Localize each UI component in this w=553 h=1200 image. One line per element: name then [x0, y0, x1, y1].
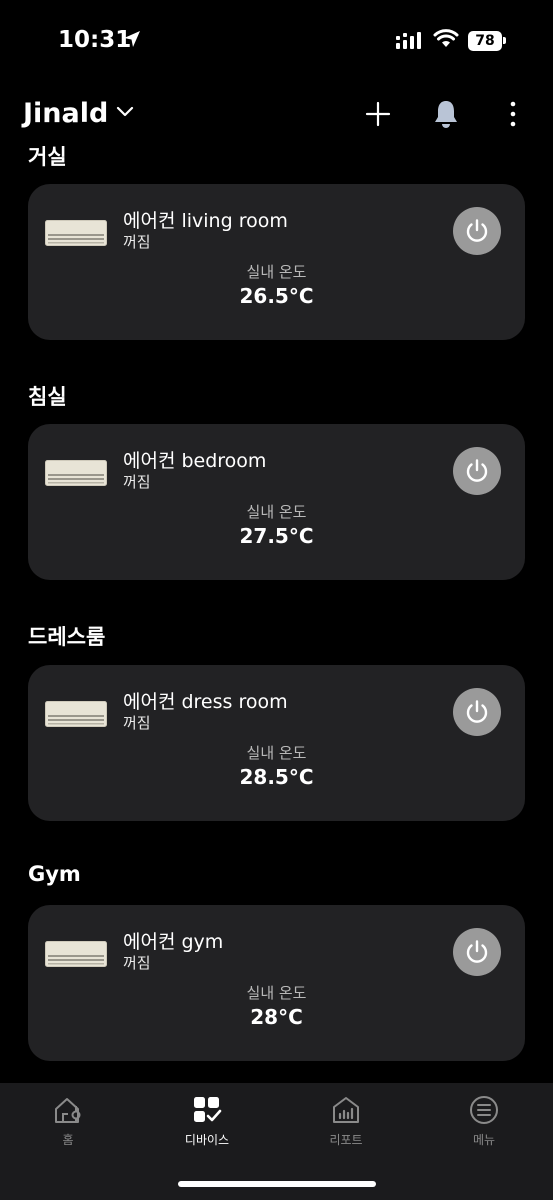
home-indicator — [178, 1181, 376, 1187]
nav-label: 메뉴 — [472, 1133, 496, 1147]
indoor-temp-label: 실내 온도 — [246, 503, 307, 521]
nav-label: 디바이스 — [184, 1133, 230, 1147]
room-title: 침실 — [28, 385, 67, 409]
device-name: 에어컨 living room — [123, 210, 288, 232]
nav-label: 리포트 — [329, 1133, 363, 1147]
air-conditioner-icon — [45, 941, 107, 967]
power-icon — [466, 700, 488, 723]
power-button[interactable] — [453, 447, 501, 495]
bell-icon[interactable] — [433, 99, 459, 129]
nav-devices[interactable]: 디바이스 — [162, 1095, 252, 1147]
device-name: 에어컨 bedroom — [123, 450, 267, 472]
air-conditioner-icon — [45, 460, 107, 486]
battery-indicator: 78 — [468, 31, 506, 51]
power-icon — [466, 219, 488, 242]
device-card[interactable]: 에어컨 gym 꺼짐 실내 온도 28°C — [28, 905, 525, 1061]
power-button[interactable] — [453, 928, 501, 976]
device-name: 에어컨 dress room — [123, 691, 288, 713]
location-arrow-icon — [124, 31, 140, 47]
status-time: 10:31 — [58, 27, 132, 53]
home-icon — [55, 1098, 81, 1123]
wifi-icon — [433, 29, 459, 47]
indoor-temp-value: 27.5°C — [239, 524, 314, 548]
status-bar: 10:31 78 — [0, 0, 553, 80]
room-title: 거실 — [28, 145, 67, 169]
nav-menu[interactable]: 메뉴 — [439, 1095, 529, 1147]
device-status: 꺼짐 — [123, 233, 151, 251]
chevron-down-icon[interactable] — [116, 106, 134, 118]
indoor-temp-label: 실내 온도 — [246, 744, 307, 762]
device-status: 꺼짐 — [123, 954, 151, 972]
room-title: Gym — [28, 862, 81, 886]
nav-label: 홈 — [62, 1133, 74, 1147]
device-status: 꺼짐 — [123, 714, 151, 732]
power-icon — [466, 940, 488, 963]
device-card[interactable]: 에어컨 bedroom 꺼짐 실내 온도 27.5°C — [28, 424, 525, 580]
indoor-temp-value: 28°C — [250, 1005, 303, 1029]
indoor-temp-value: 26.5°C — [239, 284, 314, 308]
indoor-temp-label: 실내 온도 — [246, 984, 307, 1002]
nav-home[interactable]: 홈 — [23, 1095, 113, 1147]
nav-report[interactable]: 리포트 — [301, 1095, 391, 1147]
menu-icon — [470, 1096, 498, 1124]
more-options-icon[interactable] — [505, 101, 521, 129]
device-card[interactable]: 에어컨 living room 꺼짐 실내 온도 26.5°C — [28, 184, 525, 340]
power-button[interactable] — [453, 688, 501, 736]
power-button[interactable] — [453, 207, 501, 255]
device-status: 꺼짐 — [123, 473, 151, 491]
indoor-temp-value: 28.5°C — [239, 765, 314, 789]
devices-icon — [194, 1097, 222, 1122]
indoor-temp-label: 실내 온도 — [246, 263, 307, 281]
battery-level: 78 — [475, 33, 495, 49]
air-conditioner-icon — [45, 220, 107, 246]
room-title: 드레스룸 — [28, 625, 106, 649]
device-card[interactable]: 에어컨 dress room 꺼짐 실내 온도 28.5°C — [28, 665, 525, 821]
device-name: 에어컨 gym — [123, 931, 224, 953]
power-icon — [466, 459, 488, 482]
air-conditioner-icon — [45, 701, 107, 727]
report-icon — [333, 1097, 359, 1123]
add-icon[interactable] — [365, 101, 391, 127]
cellular-signal-icon — [396, 32, 421, 49]
home-selector[interactable]: Jinald — [23, 98, 108, 129]
